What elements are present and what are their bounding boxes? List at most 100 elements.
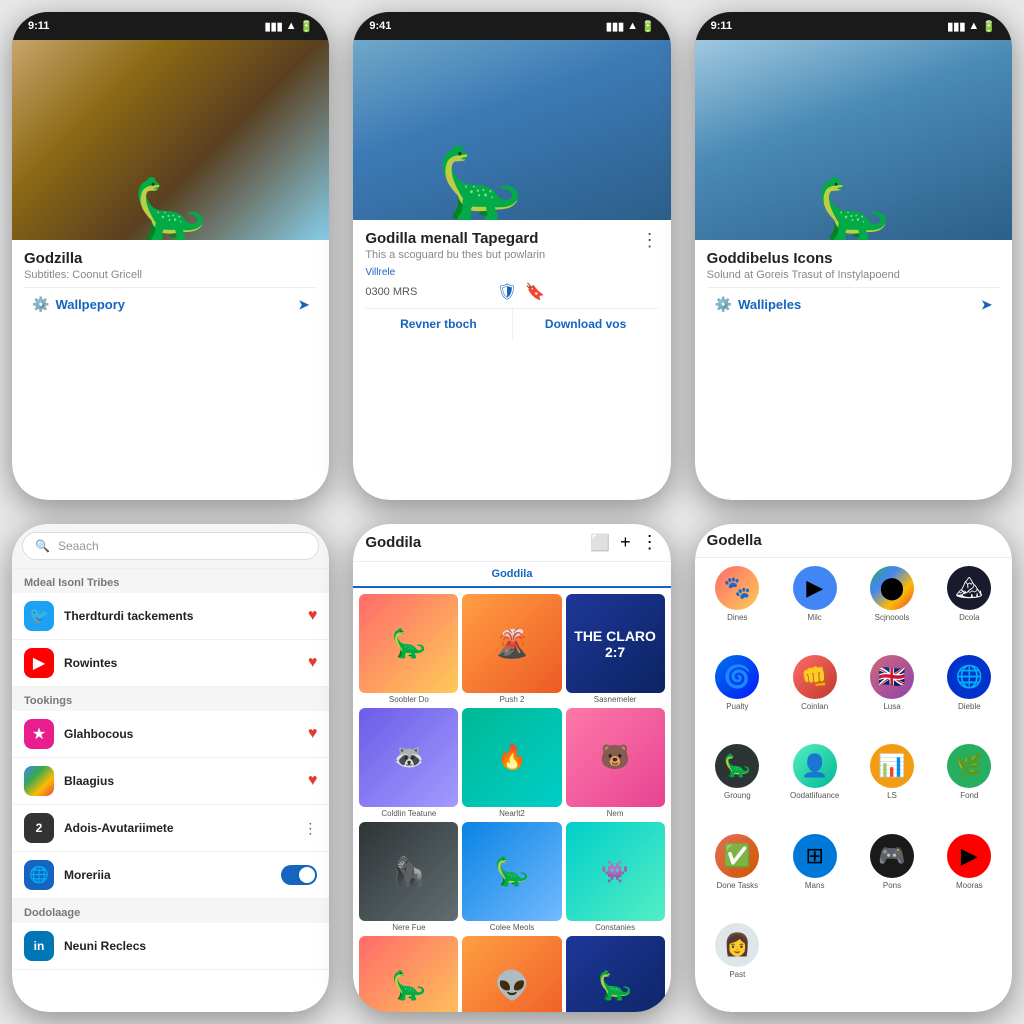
icon-cell-2[interactable]: ⬤ Scjnoools: [857, 566, 926, 647]
shield-icon: 🛡: [497, 282, 517, 302]
icon-cell-0[interactable]: 🐾 Dines: [703, 566, 772, 647]
section-header-tookings: Tookings: [12, 687, 329, 711]
grid-cell-4[interactable]: 🔥 Nearlt2: [462, 708, 561, 818]
more-options-icon[interactable]: ⋮: [641, 532, 659, 553]
grid-cell-9[interactable]: 🦕 Aburch PS: [359, 936, 458, 1012]
icon-5: 👊: [793, 655, 837, 699]
grid-cell-0[interactable]: 🦕 Soobler Do: [359, 594, 458, 704]
phone-bottom-right: Godella 🐾 Dines ▶ Milc ⬤ Scjnoools 🏔 Dco…: [695, 524, 1012, 1012]
icon-label-12: Done Tasks: [716, 881, 758, 890]
icon-label-7: Dieble: [958, 702, 981, 711]
list-item-linkedin[interactable]: in Neuni Reclecs: [12, 923, 329, 970]
list-text: Glahbocous: [64, 727, 298, 741]
add-icon[interactable]: +: [620, 532, 631, 553]
grid-cell-11[interactable]: 🦕 Heliol: [566, 936, 665, 1012]
icon-15: ▶: [947, 834, 991, 878]
godzilla-image: ✛ 🔍 🦕: [12, 40, 329, 240]
list-item-twitter[interactable]: 🐦 Therdturdi tackements ♥: [12, 593, 329, 640]
icon-cell-11[interactable]: 🌿 Fond: [935, 744, 1004, 825]
icon-0: 🐾: [715, 566, 759, 610]
thumb-8: 👾: [566, 822, 665, 921]
arrow-icon: ➤: [298, 297, 309, 313]
list-item-youtube[interactable]: ▶ Rowintes ♥: [12, 640, 329, 687]
grid-cell-3[interactable]: 🦝 Coldlin Teatune: [359, 708, 458, 818]
toggle-switch[interactable]: [281, 865, 317, 885]
heart-icon[interactable]: ♥: [308, 607, 318, 625]
icon-cell-1[interactable]: ▶ Milc: [780, 566, 849, 647]
gear-icon: ⚙️: [32, 296, 49, 313]
grid-cell-10[interactable]: 👽 Baovine: [462, 936, 561, 1012]
icon-label-14: Pons: [883, 881, 901, 890]
icon-label-5: Coinlan: [801, 702, 828, 711]
icon-cell-4[interactable]: 🌀 Pualty: [703, 655, 772, 736]
list-text: Blaagius: [64, 774, 298, 788]
icon-cell-15[interactable]: ▶ Mooras: [935, 834, 1004, 915]
search-bar[interactable]: 🔍 Seaach: [22, 532, 319, 560]
wallpaper-button[interactable]: ⚙️ Wallipeles ➤: [707, 287, 1000, 321]
godzilla-image: ✛ 🔍 ⬆ 🦕: [353, 40, 670, 220]
icon-cell-7[interactable]: 🌐 Dieble: [935, 655, 1004, 736]
grid-cell-2[interactable]: THE CLARO 2:7 Sasnemeler: [566, 594, 665, 704]
wallpaper-label: Wallipeles: [738, 297, 801, 312]
wallpaper-grid: 🦕 Soobler Do 🌋 Push 2 THE CLARO 2:7 Sasn…: [359, 594, 664, 1012]
icon-cell-3[interactable]: 🏔 Dcola: [935, 566, 1004, 647]
icon-cell-9[interactable]: 👤 Oodatlifuance: [780, 744, 849, 825]
grid-content: 🦕 Soobler Do 🌋 Push 2 THE CLARO 2:7 Sasn…: [353, 588, 670, 1012]
info-card: Goddibelus Icons Solund at Goreis Trasut…: [695, 240, 1012, 327]
list-item-moreria[interactable]: 🌐 Moreriia: [12, 852, 329, 899]
grid-cell-5[interactable]: 🐻 Nem: [566, 708, 665, 818]
icon-cell-6[interactable]: 🇬🇧 Lusa: [857, 655, 926, 736]
icon-cell-14[interactable]: 🎮 Pons: [857, 834, 926, 915]
list-text: Rowintes: [64, 656, 298, 670]
more-options-icon[interactable]: ⋮: [641, 230, 659, 251]
phone-bottom-center: Goddila ⬜ + ⋮ Goddila 🦕 Soobler Do 🌋 Pus…: [353, 524, 670, 1012]
grid-cell-8[interactable]: 👾 Constanies: [566, 822, 665, 932]
icon-cell-8[interactable]: 🦕 Groung: [703, 744, 772, 825]
more-options-icon[interactable]: ⋮: [303, 820, 317, 837]
status-icons: ▮▮▮ ▲ 🔋: [606, 20, 655, 33]
icon-cell-12[interactable]: ✅ Done Tasks: [703, 834, 772, 915]
section-header-dodolage: Dodolaage: [12, 899, 329, 923]
thumb-9: 🦕: [359, 936, 458, 1012]
icon-cell-10[interactable]: 📊 LS: [857, 744, 926, 825]
icon-cell-13[interactable]: ⊞ Mans: [780, 834, 849, 915]
status-bar-top-right: 9:11 ▮▮▮ ▲ 🔋: [695, 12, 1012, 40]
label-2: Sasnemeler: [594, 695, 637, 704]
grid-header: Godella: [695, 524, 1012, 558]
time: 9:41: [369, 20, 391, 32]
item-title: Moreriia: [64, 868, 271, 882]
icon-9: 👤: [793, 744, 837, 788]
label-8: Constanies: [595, 923, 635, 932]
icon-6: 🇬🇧: [870, 655, 914, 699]
grid-cell-1[interactable]: 🌋 Push 2: [462, 594, 561, 704]
heart-icon[interactable]: ♥: [308, 772, 318, 790]
wallpaper-button[interactable]: ⚙️ Wallpepory ➤: [24, 287, 317, 321]
bookmark-icon[interactable]: ⬜: [590, 533, 610, 553]
card-subtitle: Subtitles: Coonut Gricell: [24, 269, 317, 281]
list-item-chrome[interactable]: Blaagius ♥: [12, 758, 329, 805]
num2-icon: 2: [24, 813, 54, 843]
icon-cell-16[interactable]: 👩 Past: [703, 923, 772, 1004]
arrow-icon: ➤: [981, 297, 992, 313]
icon-11: 🌿: [947, 744, 991, 788]
btn-download[interactable]: Download vos: [513, 309, 659, 339]
icon-cell-5[interactable]: 👊 Coinlan: [780, 655, 849, 736]
heart-icon[interactable]: ♥: [308, 654, 318, 672]
card-blue-text: Villrele: [365, 267, 545, 278]
icon-label-11: Fond: [960, 791, 978, 800]
thumb-4: 🔥: [462, 708, 561, 807]
card-desc: This a scoguard bu thes but powlarin: [365, 249, 545, 261]
heart-icon[interactable]: ♥: [308, 725, 318, 743]
btn-revner[interactable]: Revner tboch: [365, 309, 512, 339]
thumb-0: 🦕: [359, 594, 458, 693]
list-item-num2[interactable]: 2 Adois-Avutariimete ⋮: [12, 805, 329, 852]
grid-cell-6[interactable]: 🦍 Nere Fue: [359, 822, 458, 932]
list-item-pink[interactable]: ★ Glahbocous ♥: [12, 711, 329, 758]
tab-goddila[interactable]: Goddila: [353, 562, 670, 588]
icon-4: 🌀: [715, 655, 759, 699]
grid-cell-7[interactable]: 🦕 Colee Meols: [462, 822, 561, 932]
phone-top-right: 9:11 ▮▮▮ ▲ 🔋 ✛ ⬆ ⤴ 🦕 Goddibelus Icons So…: [695, 12, 1012, 500]
status-icons: ▮▮▮ ▲ 🔋: [947, 20, 996, 33]
status-icons: ▮▮▮ ▲ 🔋: [265, 20, 314, 33]
thumb-3: 🦝: [359, 708, 458, 807]
